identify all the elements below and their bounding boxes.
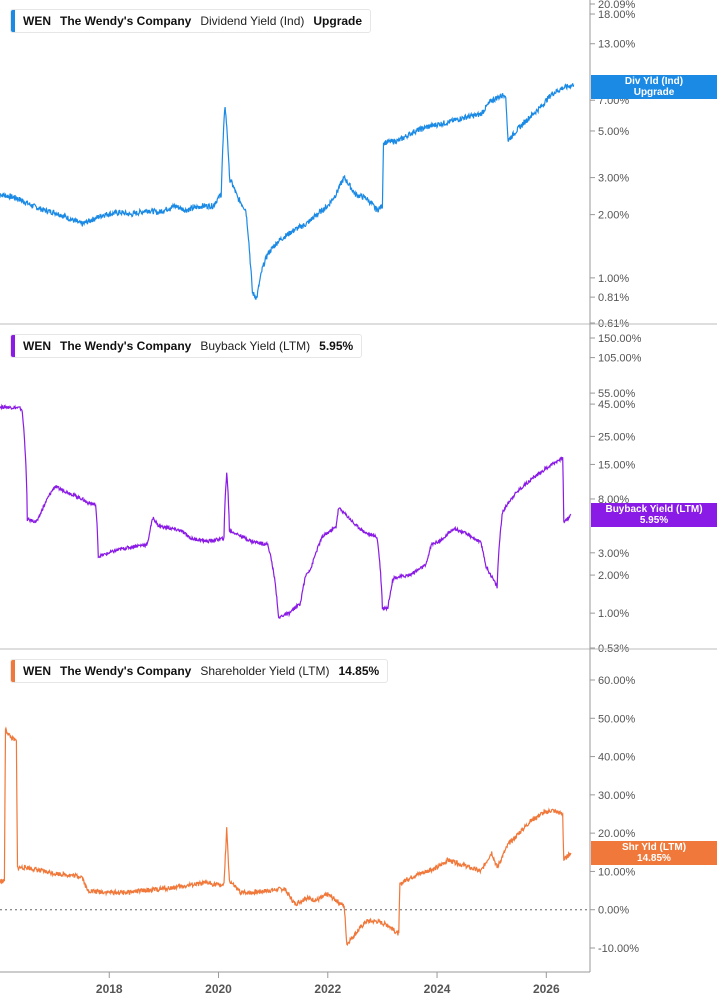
legend-current-value[interactable]: Upgrade	[313, 14, 362, 28]
y-tick-label: 1.00%	[598, 273, 629, 285]
legend-panel-1[interactable]: WEN The Wendy's Company Dividend Yield (In…	[10, 9, 372, 33]
y-tick-label: 50.00%	[598, 713, 636, 725]
legend-company: The Wendy's Company	[60, 14, 192, 28]
value-tag-panel-3: Shr Yld (LTM) 14.85%	[591, 840, 717, 865]
legend-company: The Wendy's Company	[60, 339, 192, 353]
x-tick-label: 2024	[424, 982, 451, 996]
series-line-shareholder-yield-ltm-	[0, 726, 572, 946]
y-tick-label: 105.00%	[598, 353, 642, 365]
legend-metric: Shareholder Yield (LTM)	[200, 664, 330, 678]
y-tick-label: 0.81%	[598, 292, 629, 304]
value-tag-line: 14.85%	[637, 852, 671, 864]
y-tick-label: 2.00%	[598, 210, 629, 222]
legend-color-swatch	[11, 335, 15, 357]
legend-ticker: WEN	[23, 664, 51, 678]
value-tag-line: Div Yld (Ind)	[624, 76, 684, 88]
value-tag-line: Buyback Yield (LTM)	[605, 504, 703, 516]
series-line-dividend-yield-ind-	[0, 83, 575, 301]
y-tick-label: 2.00%	[598, 570, 629, 582]
legend-color-swatch	[11, 660, 15, 682]
chart-panel-2: 150.00%105.00%55.00%45.00%25.00%15.00%8.…	[0, 333, 642, 655]
y-tick-label: -10.00%	[598, 943, 639, 955]
chart-panel-1: 20.09%18.00%13.00%7.00%5.00%3.00%2.00%1.…	[0, 0, 636, 330]
y-tick-label: 60.00%	[598, 675, 636, 687]
legend-current-value: 14.85%	[338, 664, 380, 678]
y-tick-label: 1.00%	[598, 608, 629, 620]
legend-color-swatch	[11, 10, 15, 32]
chart-panel-3: 60.00% 50.00% 40.00% 30.00% 20.00% 10.00% 0.00…	[0, 675, 639, 955]
legend-ticker: WEN	[23, 14, 51, 28]
value-tag-line: Shr Yld (LTM)	[621, 841, 687, 853]
y-tick-label: 150.00%	[598, 333, 642, 345]
legend-panel-2[interactable]: WEN The Wendy's Company Buyback Yield (LTM…	[10, 334, 363, 358]
value-tag-line: Upgrade	[633, 87, 675, 99]
legend-current-value: 5.95%	[319, 339, 354, 353]
series-line-buyback-yield-ltm-	[0, 403, 572, 620]
y-tick-label: 25.00%	[598, 431, 636, 443]
legend-panel-3[interactable]: WEN The Wendy's Company Shareholder Yield …	[10, 659, 389, 683]
y-tick-label: 15.00%	[598, 459, 636, 471]
y-tick-label: 40.00%	[598, 752, 636, 764]
legend-company: The Wendy's Company	[60, 664, 192, 678]
legend-ticker: WEN	[23, 339, 51, 353]
y-tick-label: 0.00%	[598, 905, 629, 917]
y-tick-label: 3.00%	[598, 548, 629, 560]
x-tick-label: 2022	[314, 982, 341, 996]
x-tick-label: 2020	[205, 982, 232, 996]
y-tick-label: 20.00%	[598, 828, 636, 840]
y-tick-label: 18.00%	[598, 9, 636, 21]
x-tick-label: 2026	[533, 982, 560, 996]
legend-metric: Dividend Yield (Ind)	[200, 14, 305, 28]
y-tick-label: 3.00%	[598, 173, 629, 185]
y-tick-label: 45.00%	[598, 399, 636, 411]
value-tag-panel-1: Div Yld (Ind) Upgrade	[591, 75, 717, 100]
y-tick-label: 10.00%	[598, 866, 636, 878]
y-tick-label: 13.00%	[598, 39, 636, 51]
y-tick-label: 5.00%	[598, 126, 629, 138]
x-tick-label: 2018	[96, 982, 123, 996]
y-tick-label: 30.00%	[598, 790, 636, 802]
legend-metric: Buyback Yield (LTM)	[200, 339, 311, 353]
value-tag-line: 5.95%	[639, 515, 669, 527]
value-tag-panel-2: Buyback Yield (LTM) 5.95%	[591, 503, 717, 528]
